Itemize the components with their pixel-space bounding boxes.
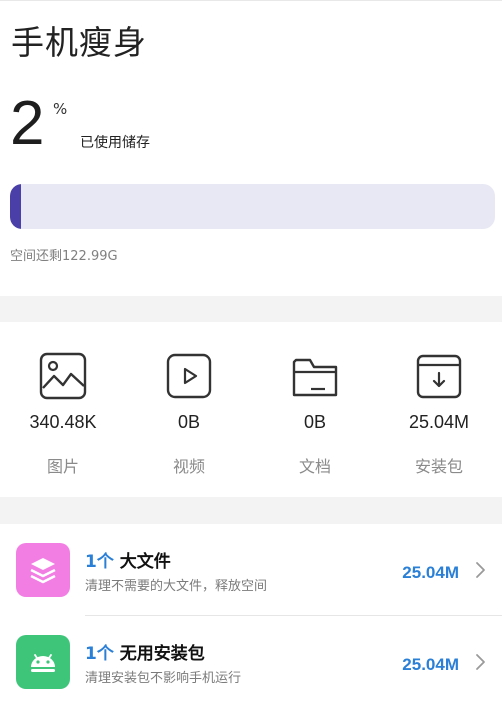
storage-usage-bar bbox=[10, 184, 495, 229]
item-name: 大文件 bbox=[119, 552, 171, 572]
percent-sign: % bbox=[53, 100, 68, 118]
category-label: 安装包 bbox=[414, 457, 463, 476]
image-icon bbox=[39, 352, 87, 400]
category-images[interactable]: 340.48K 图片 bbox=[0, 322, 126, 497]
large-files-row[interactable]: 1个 大文件 清理不需要的大文件，释放空间 25.04M bbox=[0, 526, 502, 616]
category-packages[interactable]: 25.04M 安装包 bbox=[376, 322, 502, 497]
row-divider bbox=[85, 615, 502, 616]
unused-packages-row[interactable]: 1个 无用安装包 清理安装包不影响手机运行 25.04M bbox=[0, 618, 502, 702]
category-grid: 340.48K 图片 0B 视频 0B 文档 25.04M 安装包 bbox=[0, 322, 502, 497]
top-border bbox=[0, 0, 502, 1]
item-count: 1个 bbox=[85, 552, 114, 572]
category-size: 0B bbox=[177, 412, 201, 432]
chevron-right-icon bbox=[476, 654, 485, 670]
item-title: 1个 无用安装包 bbox=[85, 639, 205, 664]
category-label: 图片 bbox=[46, 457, 79, 476]
storage-remaining-text: 空间还剩122.99G bbox=[10, 249, 118, 264]
item-description: 清理不需要的大文件，释放空间 bbox=[85, 579, 268, 594]
category-size: 0B bbox=[303, 412, 327, 432]
category-videos[interactable]: 0B 视频 bbox=[126, 322, 252, 497]
android-icon bbox=[16, 635, 70, 689]
item-description: 清理安装包不影响手机运行 bbox=[85, 671, 242, 686]
storage-used-percent: 2 bbox=[10, 89, 45, 158]
item-amount: 25.04M bbox=[402, 655, 459, 674]
item-title: 1个 大文件 bbox=[85, 547, 171, 572]
folder-icon bbox=[292, 358, 338, 397]
item-name: 无用安装包 bbox=[119, 644, 205, 664]
section-divider bbox=[0, 497, 502, 524]
category-size: 25.04M bbox=[408, 412, 470, 432]
category-documents[interactable]: 0B 文档 bbox=[252, 322, 378, 497]
section-divider bbox=[0, 296, 502, 322]
video-icon bbox=[166, 353, 212, 399]
category-label: 文档 bbox=[298, 457, 331, 476]
layers-icon bbox=[16, 543, 70, 597]
item-count: 1个 bbox=[85, 644, 114, 664]
storage-used-label: 已使用储存 bbox=[80, 135, 150, 151]
chevron-right-icon bbox=[476, 562, 485, 578]
category-label: 视频 bbox=[172, 457, 205, 476]
page-title: 手机瘦身 bbox=[11, 23, 147, 62]
package-icon bbox=[416, 354, 462, 399]
category-size: 340.48K bbox=[29, 412, 97, 432]
item-amount: 25.04M bbox=[402, 563, 459, 582]
storage-usage-bar-fill bbox=[10, 184, 21, 229]
